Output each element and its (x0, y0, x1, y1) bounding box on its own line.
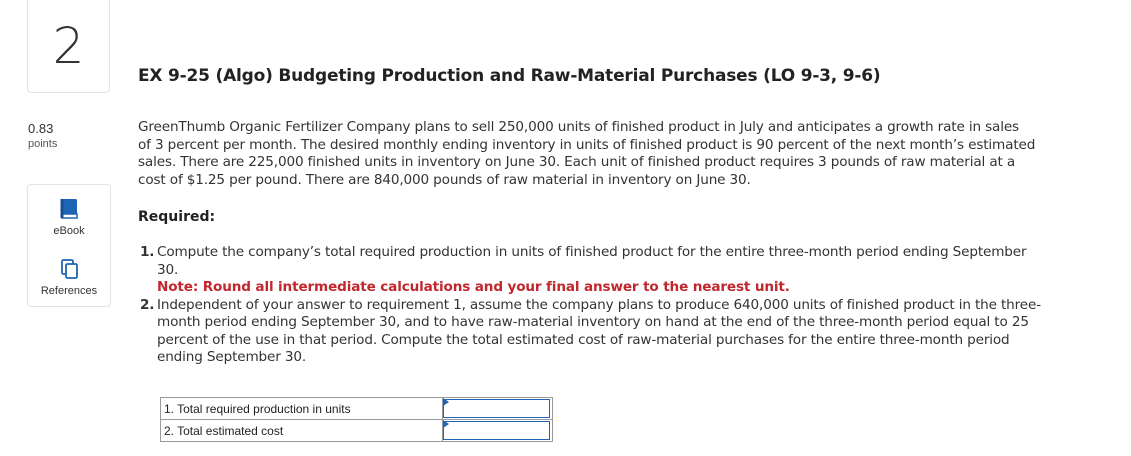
question-number: 2 (52, 17, 85, 75)
table-row: 1. Total required production in units (160, 397, 553, 420)
question-number-box: 2 (27, 0, 110, 93)
requirement-2: 2. Independent of your answer to require… (138, 297, 1078, 367)
requirement-line: Compute the company’s total required pro… (157, 244, 1027, 260)
paragraph-line: of 3 percent per month. The desired mont… (138, 136, 1036, 153)
paragraph-line: cost of $1.25 per pound. There are 840,0… (138, 171, 751, 188)
resources-panel: eBook References (27, 184, 111, 307)
estimated-cost-input[interactable] (443, 421, 550, 440)
rounding-note: Note: Round all intermediate calculation… (157, 279, 790, 295)
references-label: References (40, 285, 98, 297)
answer-cell (442, 419, 553, 442)
flag-icon (443, 398, 449, 406)
paragraph-line: sales. There are 225,000 finished units … (138, 154, 1016, 170)
book-icon (28, 197, 110, 225)
problem-paragraph: GreenThumb Organic Fertilizer Company pl… (138, 119, 1078, 189)
requirements-list: 1. Compute the company’s total required … (138, 244, 1078, 367)
references-link[interactable]: References (28, 257, 110, 297)
requirement-number: 1. (140, 244, 155, 260)
answer-cell (442, 397, 553, 420)
requirement-line: percent of the use in that period. Compu… (157, 331, 1010, 348)
answer-table: 1. Total required production in units 2.… (160, 397, 553, 442)
requirement-number: 2. (140, 296, 155, 313)
copy-icon (28, 257, 110, 285)
question-title: EX 9-25 (Algo) Budgeting Production and … (138, 66, 881, 86)
ebook-label: eBook (53, 225, 85, 237)
required-heading: Required: (138, 209, 216, 225)
requirement-line: Independent of your answer to requiremen… (157, 296, 1041, 313)
production-units-input[interactable] (443, 399, 550, 418)
ebook-link[interactable]: eBook (28, 197, 110, 237)
requirement-line: ending September 30. (157, 349, 307, 365)
points-label: points (28, 138, 58, 150)
flag-icon (443, 420, 449, 428)
answer-label: 1. Total required production in units (160, 397, 443, 420)
requirement-line: month period ending September 30, and to… (157, 314, 1029, 330)
requirement-1: 1. Compute the company’s total required … (138, 244, 1078, 297)
table-row: 2. Total estimated cost (160, 419, 553, 442)
requirement-line: 30. (157, 261, 179, 278)
paragraph-line: GreenThumb Organic Fertilizer Company pl… (138, 119, 1019, 135)
answer-label: 2. Total estimated cost (160, 419, 443, 442)
points-value: 0.83 (28, 121, 54, 136)
